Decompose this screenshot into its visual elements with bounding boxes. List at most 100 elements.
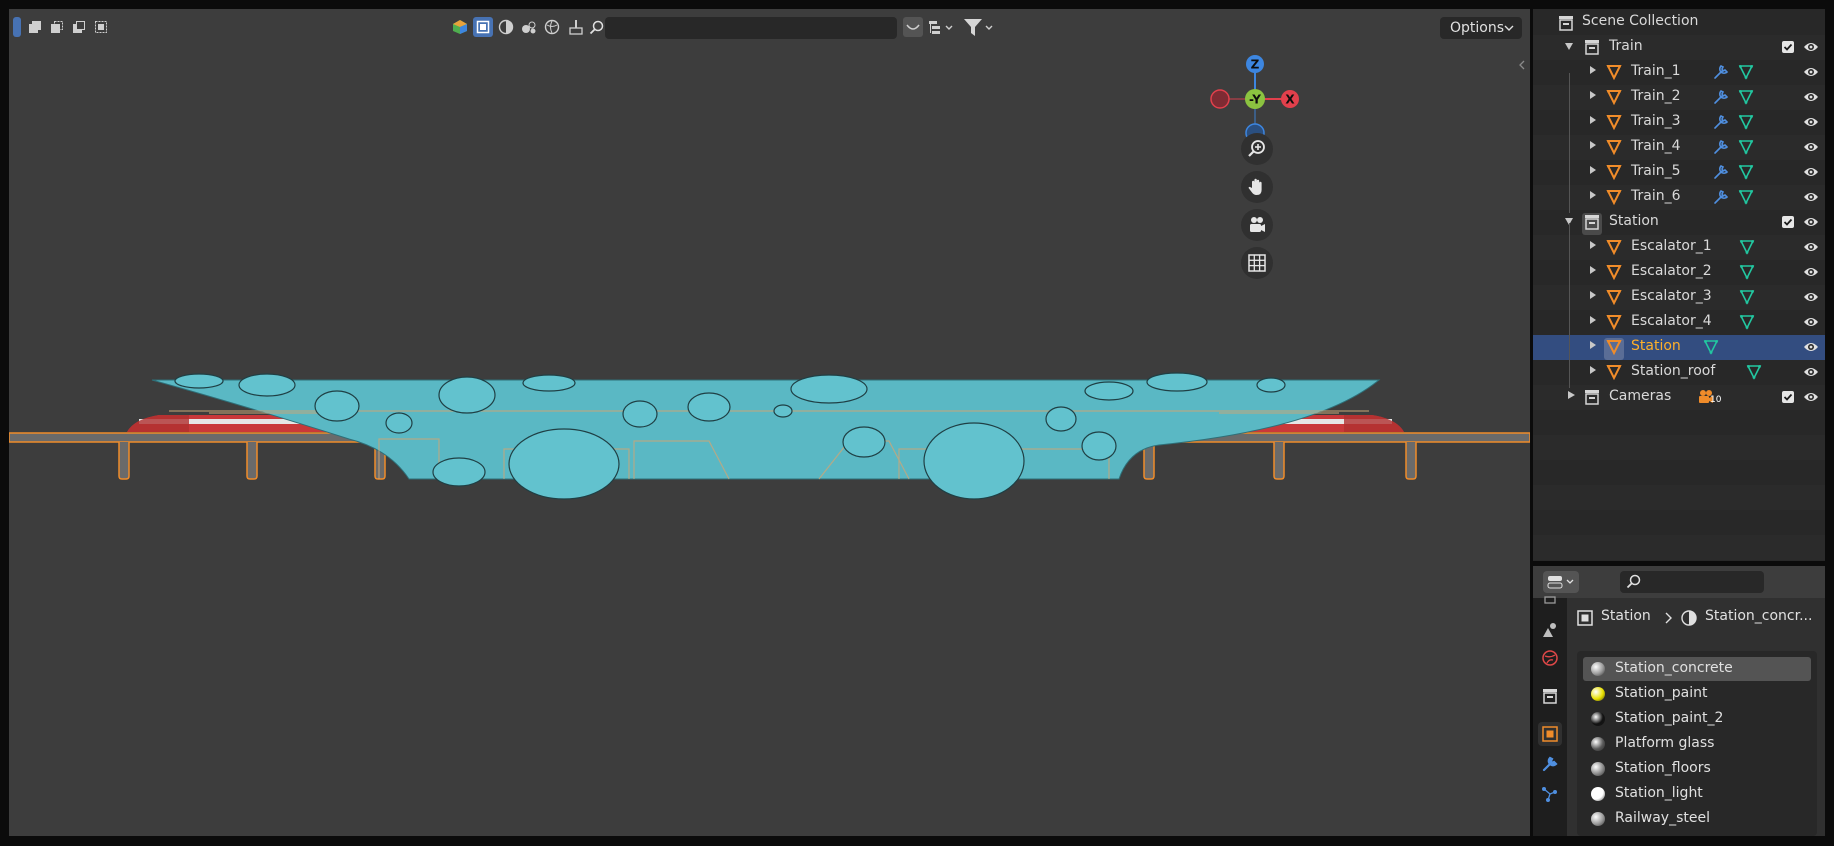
mesh-object-icon <box>1606 289 1622 309</box>
material-slot[interactable]: Station_paint <box>1583 682 1811 706</box>
mesh-data-icon[interactable] <box>1738 114 1754 134</box>
editor-type-dropdown[interactable] <box>1543 571 1579 593</box>
mesh-data-icon[interactable] <box>1739 239 1755 259</box>
outliner-object-escalator-2[interactable]: Escalator_2 <box>1533 260 1825 285</box>
mesh-data-icon[interactable] <box>1739 264 1755 284</box>
material-slot[interactable]: Station_paint_2 <box>1583 707 1811 731</box>
mesh-data-icon[interactable] <box>1739 289 1755 309</box>
outliner-object-train-6[interactable]: Train_6 <box>1533 185 1825 210</box>
render-icon <box>1543 623 1556 637</box>
outliner-collection-cameras[interactable]: Cameras 10 <box>1533 385 1825 410</box>
mesh-data-icon[interactable] <box>1738 139 1754 159</box>
exclude-checkbox[interactable] <box>1782 391 1794 403</box>
exclude-checkbox[interactable] <box>1782 41 1794 53</box>
mesh-data-icon[interactable] <box>1739 314 1755 334</box>
outliner-collection-train[interactable]: Train <box>1533 35 1825 60</box>
expand-right-icon[interactable] <box>1590 341 1596 349</box>
outliner-object-escalator-1[interactable]: Escalator_1 <box>1533 235 1825 260</box>
modifier-wrench-icon[interactable] <box>1713 64 1729 84</box>
mesh-data-icon[interactable] <box>1738 64 1754 84</box>
properties-panel[interactable]: Station Station_concr... Station_concret… <box>1533 566 1825 836</box>
expand-right-icon[interactable] <box>1590 241 1596 249</box>
material-slot[interactable]: Station_light <box>1583 782 1811 806</box>
collection-icon <box>1584 39 1600 59</box>
visibility-eye-icon[interactable] <box>1803 40 1819 58</box>
modifier-wrench-icon[interactable] <box>1713 164 1729 184</box>
outliner-object-train-1[interactable]: Train_1 <box>1533 60 1825 85</box>
outliner-item-label: Escalator_1 <box>1631 238 1712 254</box>
material-slot[interactable]: Station_floors <box>1583 757 1811 781</box>
expand-right-icon[interactable] <box>1590 366 1596 374</box>
material-slot-list[interactable]: Station_concrete Station_paint Station_pai… <box>1577 651 1817 836</box>
material-slot[interactable]: Station_concrete <box>1583 657 1811 681</box>
expand-right-icon[interactable] <box>1568 391 1575 399</box>
mesh-data-icon[interactable] <box>1746 364 1762 384</box>
modifier-wrench-icon[interactable] <box>1713 139 1729 159</box>
material-slot[interactable]: Railway_steel <box>1583 807 1811 831</box>
visibility-eye-icon[interactable] <box>1803 390 1819 408</box>
expand-right-icon[interactable] <box>1590 266 1596 274</box>
outliner-object-station[interactable]: Station <box>1533 335 1825 360</box>
mesh-data-icon[interactable] <box>1738 89 1754 109</box>
visibility-eye-icon[interactable] <box>1803 290 1819 308</box>
expand-right-icon[interactable] <box>1590 91 1596 99</box>
visibility-eye-icon[interactable] <box>1803 140 1819 158</box>
mesh-object-icon <box>1606 114 1622 134</box>
material-preview-icon <box>1591 762 1605 776</box>
camera-group-icon[interactable]: 10 <box>1697 388 1721 410</box>
tab-particles[interactable] <box>1538 782 1562 806</box>
expand-down-icon[interactable] <box>1565 43 1573 50</box>
mesh-data-icon[interactable] <box>1738 164 1754 184</box>
expand-right-icon[interactable] <box>1590 316 1596 324</box>
outliner-empty-row <box>1533 410 1825 435</box>
expand-right-icon[interactable] <box>1590 291 1596 299</box>
world-icon <box>1542 650 1558 666</box>
outliner-object-train-4[interactable]: Train_4 <box>1533 135 1825 160</box>
outliner-object-station-roof[interactable]: Station_roof <box>1533 360 1825 385</box>
visibility-eye-icon[interactable] <box>1803 315 1819 333</box>
tab-object[interactable] <box>1538 722 1562 746</box>
mesh-data-icon[interactable] <box>1738 189 1754 209</box>
expand-right-icon[interactable] <box>1590 191 1596 199</box>
modifier-wrench-icon[interactable] <box>1713 114 1729 134</box>
visibility-eye-icon[interactable] <box>1803 165 1819 183</box>
station-model-render[interactable] <box>9 9 1530 836</box>
outliner-object-train-3[interactable]: Train_3 <box>1533 110 1825 135</box>
tab-collection[interactable] <box>1538 684 1562 708</box>
outliner-object-escalator-3[interactable]: Escalator_3 <box>1533 285 1825 310</box>
visibility-eye-icon[interactable] <box>1803 265 1819 283</box>
expand-right-icon[interactable] <box>1590 166 1596 174</box>
visibility-eye-icon[interactable] <box>1803 190 1819 208</box>
tab-tool[interactable] <box>1538 592 1562 616</box>
visibility-eye-icon[interactable] <box>1803 90 1819 108</box>
outliner-object-escalator-4[interactable]: Escalator_4 <box>1533 310 1825 335</box>
outliner-empty-row <box>1533 510 1825 535</box>
mesh-object-icon <box>1606 164 1622 184</box>
material-slot[interactable]: Platform glass <box>1583 732 1811 756</box>
visibility-eye-icon[interactable] <box>1803 365 1819 383</box>
material-preview-icon <box>1591 812 1605 826</box>
visibility-eye-icon[interactable] <box>1803 65 1819 83</box>
visibility-eye-icon[interactable] <box>1803 240 1819 258</box>
outliner-object-train-5[interactable]: Train_5 <box>1533 160 1825 185</box>
scene-collection-row[interactable]: Scene Collection <box>1533 10 1825 35</box>
visibility-eye-icon[interactable] <box>1803 215 1819 233</box>
expand-right-icon[interactable] <box>1590 116 1596 124</box>
modifier-wrench-icon[interactable] <box>1713 89 1729 109</box>
outliner-collection-station[interactable]: Station <box>1533 210 1825 235</box>
expand-right-icon[interactable] <box>1590 66 1596 74</box>
visibility-eye-icon[interactable] <box>1803 115 1819 133</box>
tab-modifier[interactable] <box>1538 752 1562 776</box>
tab-world[interactable] <box>1538 646 1562 670</box>
exclude-checkbox[interactable] <box>1782 216 1794 228</box>
3d-viewport[interactable]: Options Z X -Y <box>9 9 1530 836</box>
properties-search-input[interactable] <box>1620 571 1764 593</box>
mesh-data-icon[interactable] <box>1703 339 1719 359</box>
visibility-eye-icon[interactable] <box>1803 340 1819 358</box>
mesh-object-icon <box>1606 239 1622 259</box>
tab-render[interactable] <box>1538 618 1562 642</box>
modifier-wrench-icon[interactable] <box>1713 189 1729 209</box>
expand-right-icon[interactable] <box>1590 141 1596 149</box>
outliner-object-train-2[interactable]: Train_2 <box>1533 85 1825 110</box>
outliner-panel[interactable]: Scene Collection Train Train_1 Train_2 Trai… <box>1533 9 1825 561</box>
